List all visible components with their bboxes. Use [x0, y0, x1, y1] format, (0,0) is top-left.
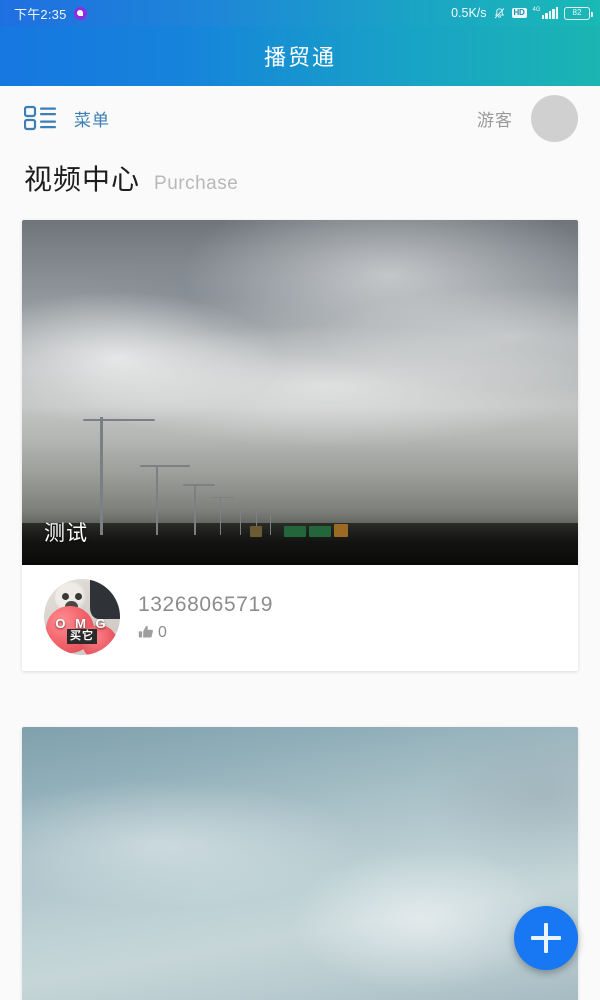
video-card[interactable]: 测试 O M G 买它 13268065719 0: [22, 220, 578, 671]
user-area[interactable]: 游客: [477, 94, 578, 142]
video-card-list: 测试 O M G 买它 13268065719 0: [0, 220, 600, 1000]
app-title: 播贸通: [263, 45, 336, 70]
video-thumbnail[interactable]: 测试: [22, 220, 578, 565]
video-caption: 测试: [44, 522, 88, 545]
street-light-arm: [140, 465, 190, 467]
user-name: 游客: [477, 110, 513, 130]
street-light-pole: [240, 505, 242, 535]
bell-muted-icon: [493, 7, 506, 20]
road-sign: [250, 526, 262, 537]
uploader-avatar[interactable]: O M G 买它: [44, 579, 120, 655]
thumbnail-image: [22, 220, 578, 565]
avatar-doll-eye: [61, 592, 69, 600]
street-light-arm: [83, 418, 155, 421]
road-sign: [309, 526, 331, 537]
page-title-subtitle: Purchase: [154, 173, 239, 194]
hd-badge: HD: [511, 8, 527, 18]
app-bar: 播贸通: [0, 26, 600, 86]
uploader-name: 13268065719: [138, 592, 274, 616]
menu-row: 菜单 游客: [0, 86, 600, 150]
road-sign: [334, 524, 348, 537]
street-light-pole: [220, 497, 222, 535]
status-bar-right: 0.5K/s HD 4G 82: [451, 6, 593, 20]
add-video-fab[interactable]: [514, 906, 578, 970]
video-card-info: O M G 买它 13268065719 0: [22, 565, 578, 671]
street-light-pole: [100, 417, 103, 535]
battery-level: 82: [572, 8, 582, 17]
avatar-buy-text: 买它: [67, 629, 97, 645]
avatar-doll-eye: [75, 592, 83, 600]
battery-icon: 82: [564, 6, 593, 20]
status-time: 下午2:35: [14, 6, 67, 22]
app-screen: 下午2:35 0.5K/s HD 4G 82 播贸通 菜单 游客 视频中心 Pu…: [0, 0, 600, 1000]
signal-bars-icon: 4G: [532, 7, 558, 19]
street-light-pole: [270, 515, 271, 535]
video-card[interactable]: [22, 727, 578, 1000]
uploader-info: 13268065719 0: [138, 593, 273, 642]
list-menu-icon: [24, 105, 58, 131]
network-speed: 0.5K/s: [451, 6, 487, 20]
menu-button[interactable]: 菜单: [24, 105, 110, 131]
street-light-pole: [156, 465, 158, 535]
menu-label: 菜单: [74, 110, 110, 130]
chat-bubble-icon: [73, 6, 87, 20]
like-row[interactable]: 0: [138, 624, 273, 642]
network-type-label: 4G: [532, 7, 541, 13]
thumbnail-image: [22, 727, 578, 1000]
page-title-main: 视频中心: [24, 164, 141, 195]
street-light-arm: [212, 496, 234, 498]
status-bar-left: 下午2:35: [14, 4, 87, 23]
road-sign: [284, 526, 306, 537]
video-thumbnail[interactable]: [22, 727, 578, 1000]
avatar-bg-shape: [89, 579, 120, 619]
like-count: 0: [158, 623, 167, 641]
status-bar: 下午2:35 0.5K/s HD 4G 82: [0, 0, 600, 26]
page-title: 视频中心 Purchase: [0, 150, 600, 220]
street-light-pole: [194, 485, 196, 535]
thumbs-up-icon[interactable]: [138, 624, 155, 641]
street-light-arm: [183, 484, 215, 486]
user-avatar-placeholder[interactable]: [531, 94, 578, 142]
